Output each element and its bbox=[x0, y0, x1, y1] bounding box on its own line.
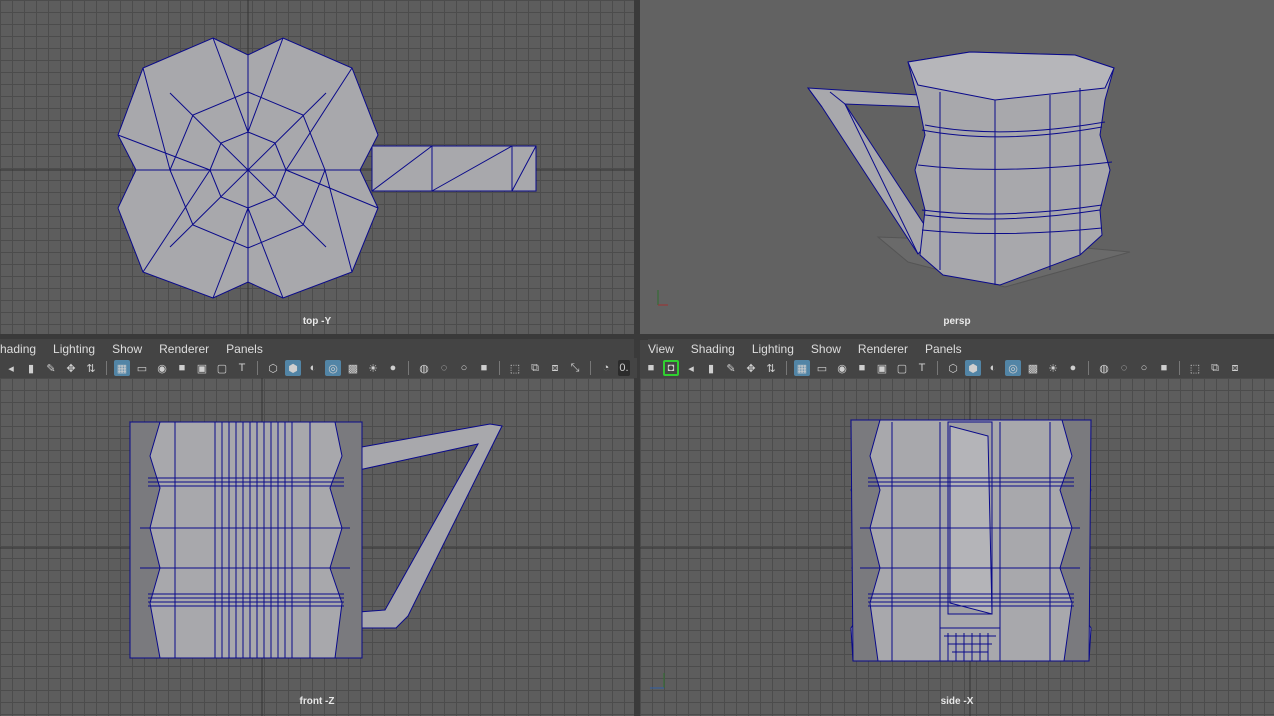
depth-of-field-icon[interactable]: ■ bbox=[476, 360, 492, 376]
motion-blur-icon[interactable]: ◌ bbox=[436, 360, 452, 376]
viewport-persp[interactable]: persp bbox=[640, 0, 1274, 334]
textured-icon[interactable]: ▩ bbox=[345, 360, 361, 376]
depth-of-field-icon[interactable]: ■ bbox=[1156, 360, 1172, 376]
menu-lighting[interactable]: Lighting bbox=[53, 342, 95, 356]
flat-shade-icon[interactable]: ◐ bbox=[985, 360, 1001, 376]
pencil-icon[interactable]: ✎ bbox=[43, 360, 59, 376]
xray-icon[interactable]: ⧉ bbox=[1207, 360, 1223, 376]
safe-title-icon[interactable]: T bbox=[914, 360, 930, 376]
menu-renderer[interactable]: Renderer bbox=[858, 342, 908, 356]
viewport-side[interactable]: side -X bbox=[640, 378, 1274, 716]
menu-panels[interactable]: Panels bbox=[925, 342, 962, 356]
lock-camera-icon[interactable]: ◘ bbox=[663, 360, 679, 376]
top-view-mesh bbox=[0, 0, 634, 334]
camera-attr-icon[interactable]: ◂ bbox=[683, 360, 699, 376]
separator bbox=[1179, 361, 1180, 375]
select-camera-icon[interactable]: ■ bbox=[643, 360, 659, 376]
safe-action-icon[interactable]: ▢ bbox=[214, 360, 230, 376]
separator bbox=[786, 361, 787, 375]
smooth-shade-icon[interactable]: ⬢ bbox=[965, 360, 981, 376]
separator bbox=[590, 361, 591, 375]
menu-show[interactable]: Show bbox=[811, 342, 841, 356]
menu-panels[interactable]: Panels bbox=[226, 342, 263, 356]
separator bbox=[106, 361, 107, 375]
film-gate-icon[interactable]: ▭ bbox=[814, 360, 830, 376]
menu-renderer[interactable]: Renderer bbox=[159, 342, 209, 356]
separator bbox=[408, 361, 409, 375]
sort-icon[interactable]: ⇅ bbox=[763, 360, 779, 376]
camera-attr-icon[interactable]: ◂ bbox=[3, 360, 19, 376]
menubar-front: hading Lighting Show Renderer Panels bbox=[0, 339, 634, 359]
persp-view-mesh bbox=[657, 51, 1131, 306]
exposure-icon[interactable]: ◔ bbox=[598, 360, 614, 376]
viewport-front[interactable]: front -Z bbox=[0, 378, 634, 716]
toolbar-front: ◂ ▮ ✎ ✥ ⇅ ▦ ▭ ◉ ■ ▣ ▢ T ⬡ ⬢ ◐ ◎ ▩ ☀ ● ◍ … bbox=[0, 358, 637, 378]
shadows-icon[interactable]: ● bbox=[1065, 360, 1081, 376]
isolate-select-icon[interactable]: ⬚ bbox=[1187, 360, 1203, 376]
pencil-icon[interactable]: ✎ bbox=[723, 360, 739, 376]
separator bbox=[1088, 361, 1089, 375]
side-view-mesh bbox=[640, 378, 1274, 716]
menu-show[interactable]: Show bbox=[112, 342, 142, 356]
isolate-select-icon[interactable]: ⬚ bbox=[507, 360, 523, 376]
camera-label-front: front -Z bbox=[299, 696, 335, 707]
menu-view[interactable]: View bbox=[648, 342, 674, 356]
lights-icon[interactable]: ☀ bbox=[1045, 360, 1061, 376]
field-chart-icon[interactable]: ▣ bbox=[874, 360, 890, 376]
gate-mask-icon[interactable]: ■ bbox=[174, 360, 190, 376]
menu-shading[interactable]: Shading bbox=[691, 342, 735, 356]
grid-icon[interactable]: ▦ bbox=[794, 360, 810, 376]
field-chart-icon[interactable]: ▣ bbox=[194, 360, 210, 376]
xray-components-icon[interactable]: ⤡ bbox=[567, 360, 583, 376]
exposure-field[interactable]: 0. bbox=[618, 360, 630, 376]
bookmark-icon[interactable]: ▮ bbox=[23, 360, 39, 376]
camera-label-side: side -X bbox=[940, 696, 974, 707]
front-view-mesh bbox=[0, 378, 634, 716]
ambient-occlusion-icon[interactable]: ◍ bbox=[1096, 360, 1112, 376]
bookmark-icon[interactable]: ▮ bbox=[703, 360, 719, 376]
menu-shading[interactable]: hading bbox=[0, 342, 36, 356]
separator bbox=[937, 361, 938, 375]
resolution-gate-icon[interactable]: ◉ bbox=[834, 360, 850, 376]
separator bbox=[257, 361, 258, 375]
xray-joints-icon[interactable]: ⧈ bbox=[547, 360, 563, 376]
ambient-occlusion-icon[interactable]: ◍ bbox=[416, 360, 432, 376]
toolbar-side: ■ ◘ ◂ ▮ ✎ ✥ ⇅ ▦ ▭ ◉ ■ ▣ ▢ T ⬡ ⬢ ◐ ◎ ▩ ☀ … bbox=[640, 358, 1274, 378]
shadows-icon[interactable]: ● bbox=[385, 360, 401, 376]
motion-blur-icon[interactable]: ◌ bbox=[1116, 360, 1132, 376]
menu-lighting[interactable]: Lighting bbox=[752, 342, 794, 356]
menubar-side: View Shading Lighting Show Renderer Pane… bbox=[648, 339, 1274, 359]
textured-icon[interactable]: ▩ bbox=[1025, 360, 1041, 376]
lights-icon[interactable]: ☀ bbox=[365, 360, 381, 376]
grid-icon[interactable]: ▦ bbox=[114, 360, 130, 376]
resolution-gate-icon[interactable]: ◉ bbox=[154, 360, 170, 376]
pan-icon[interactable]: ✥ bbox=[743, 360, 759, 376]
flat-shade-icon[interactable]: ◐ bbox=[305, 360, 321, 376]
smooth-shade-icon[interactable]: ⬢ bbox=[285, 360, 301, 376]
safe-title-icon[interactable]: T bbox=[234, 360, 250, 376]
xray-icon[interactable]: ⧉ bbox=[527, 360, 543, 376]
gate-mask-icon[interactable]: ■ bbox=[854, 360, 870, 376]
film-gate-icon[interactable]: ▭ bbox=[134, 360, 150, 376]
anti-aliasing-icon[interactable]: ○ bbox=[1136, 360, 1152, 376]
pan-icon[interactable]: ✥ bbox=[63, 360, 79, 376]
anti-aliasing-icon[interactable]: ○ bbox=[456, 360, 472, 376]
camera-label-persp: persp bbox=[943, 316, 971, 327]
wireframe-icon[interactable]: ⬡ bbox=[945, 360, 961, 376]
safe-action-icon[interactable]: ▢ bbox=[894, 360, 910, 376]
xray-joints-icon[interactable]: ⧈ bbox=[1227, 360, 1243, 376]
wireframe-on-shaded-icon[interactable]: ◎ bbox=[325, 360, 341, 376]
viewport-top[interactable]: top -Y bbox=[0, 0, 634, 334]
sort-icon[interactable]: ⇅ bbox=[83, 360, 99, 376]
wireframe-on-shaded-icon[interactable]: ◎ bbox=[1005, 360, 1021, 376]
wireframe-icon[interactable]: ⬡ bbox=[265, 360, 281, 376]
camera-label-top: top -Y bbox=[302, 316, 332, 327]
separator bbox=[499, 361, 500, 375]
